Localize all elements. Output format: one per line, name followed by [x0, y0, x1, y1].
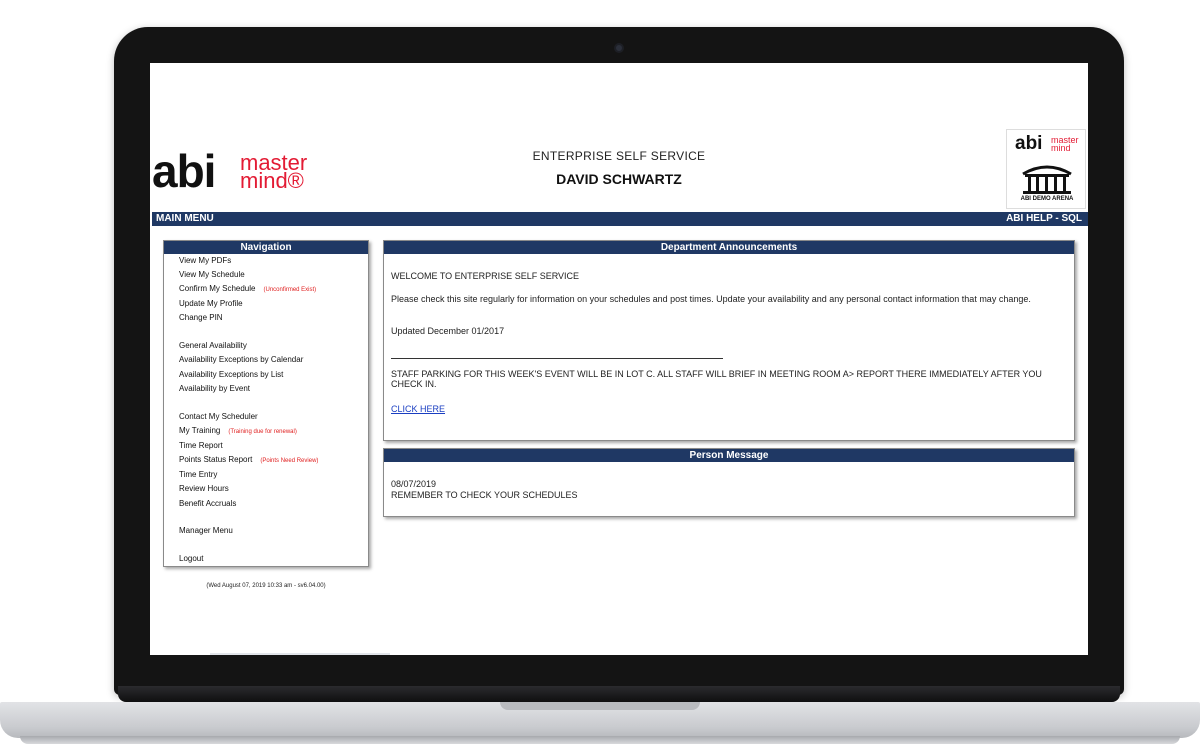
nav-item-note: (Points Need Review)	[260, 458, 319, 464]
laptop-hinge	[118, 686, 1120, 702]
nav-item-label: Availability Exceptions by Calendar	[179, 355, 304, 364]
arena-building-icon	[1022, 165, 1072, 194]
announcements-title: Department Announcements	[384, 241, 1074, 254]
nav-item-benefit-accruals[interactable]: Benefit Accruals	[179, 499, 236, 509]
nav-item-view-pdfs[interactable]: View My PDFs	[179, 256, 231, 266]
nav-item-label: Confirm My Schedule	[179, 284, 256, 293]
nav-item-label: General Availability	[179, 341, 247, 350]
navigation-panel: Navigation View My PDFs View My Schedule…	[163, 240, 369, 567]
nav-item-time-entry[interactable]: Time Entry	[179, 470, 217, 480]
nav-item-change-pin[interactable]: Change PIN	[179, 313, 223, 323]
screen: abi master mind® ENTERPRISE SELF SERVICE…	[150, 63, 1088, 655]
nav-item-availability-list[interactable]: Availability Exceptions by List	[179, 370, 283, 380]
blurred-footer	[210, 653, 390, 655]
person-message-text: REMEMBER TO CHECK YOUR SCHEDULES	[391, 490, 578, 500]
nav-item-label: Logout	[179, 554, 204, 563]
main-menu-link[interactable]: MAIN MENU	[156, 212, 214, 226]
nav-item-label: Update My Profile	[179, 299, 243, 308]
nav-item-logout[interactable]: Logout	[179, 554, 203, 564]
nav-item-label: Review Hours	[179, 484, 229, 493]
nav-item-availability-event[interactable]: Availability by Event	[179, 384, 250, 394]
announcement-divider	[391, 358, 723, 359]
nav-item-label: Availability Exceptions by List	[179, 370, 284, 379]
main-menu-bar: MAIN MENU ABI HELP - SQL	[152, 212, 1088, 226]
nav-item-label: Change PIN	[179, 313, 223, 322]
person-message-date: 08/07/2019	[391, 479, 437, 489]
person-message-panel: Person Message 08/07/2019 REMEMBER TO CH…	[383, 448, 1075, 517]
laptop-notch	[500, 702, 700, 710]
navigation-title: Navigation	[164, 241, 368, 254]
nav-item-general-availability[interactable]: General Availability	[179, 341, 247, 351]
arena-label: ABI DEMO ARENA	[1020, 196, 1074, 202]
nav-item-label: Manager Menu	[179, 526, 233, 535]
nav-item-review-hours[interactable]: Review Hours	[179, 484, 229, 494]
nav-item-my-training[interactable]: My Training (Training due for renewal)	[179, 426, 297, 437]
nav-item-label: Points Status Report	[179, 455, 253, 464]
arena-logo: abi master mind ABI DEMO ARENA	[1006, 129, 1086, 209]
person-message-title: Person Message	[384, 449, 1074, 462]
nav-item-label: Time Report	[179, 441, 223, 450]
page-title: ENTERPRISE SELF SERVICE	[532, 149, 706, 163]
announcement-parking: STAFF PARKING FOR THIS WEEK'S EVENT WILL…	[391, 369, 1042, 389]
nav-item-label: Availability by Event	[179, 384, 250, 393]
nav-item-view-schedule[interactable]: View My Schedule	[179, 270, 245, 280]
nav-item-update-profile[interactable]: Update My Profile	[179, 299, 243, 309]
version-timestamp: (Wed August 07, 2019 10:33 am - sv6.04.0…	[206, 583, 326, 589]
nav-item-label: Benefit Accruals	[179, 499, 237, 508]
nav-item-label: Time Entry	[179, 470, 218, 479]
nav-item-points-status[interactable]: Points Status Report (Points Need Review)	[179, 455, 318, 466]
arena-logo-mastermind-text: master mind	[1051, 136, 1079, 153]
announcement-updated: Updated December 01/2017	[391, 326, 505, 336]
nav-item-label: My Training	[179, 426, 221, 435]
click-here-link[interactable]: CLICK HERE	[391, 404, 445, 414]
nav-item-manager-menu[interactable]: Manager Menu	[179, 526, 233, 536]
announcements-panel: Department Announcements WELCOME TO ENTE…	[383, 240, 1075, 441]
nav-item-note: (Training due for renewal)	[228, 429, 297, 435]
announcement-intro: Please check this site regularly for inf…	[391, 294, 1031, 304]
announcement-welcome: WELCOME TO ENTERPRISE SELF SERVICE	[391, 271, 580, 281]
nav-item-availability-calendar[interactable]: Availability Exceptions by Calendar	[179, 355, 303, 365]
user-name: DAVID SCHWARTZ	[556, 171, 682, 187]
laptop-foot	[20, 736, 1180, 744]
arena-logo-mind-line: mind	[1051, 143, 1071, 153]
nav-item-note: (Unconfirmed Exist)	[263, 287, 317, 293]
nav-item-label: View My Schedule	[179, 270, 245, 279]
nav-item-label: Contact My Scheduler	[179, 412, 258, 421]
nav-item-contact-scheduler[interactable]: Contact My Scheduler	[179, 412, 258, 422]
camera-icon	[614, 43, 624, 53]
arena-logo-abi-text: abi	[1015, 133, 1043, 154]
help-link[interactable]: ABI HELP - SQL	[1006, 212, 1082, 226]
nav-item-confirm-schedule[interactable]: Confirm My Schedule (Unconfirmed Exist)	[179, 284, 316, 295]
nav-item-time-report[interactable]: Time Report	[179, 441, 223, 451]
nav-item-label: View My PDFs	[179, 256, 232, 265]
